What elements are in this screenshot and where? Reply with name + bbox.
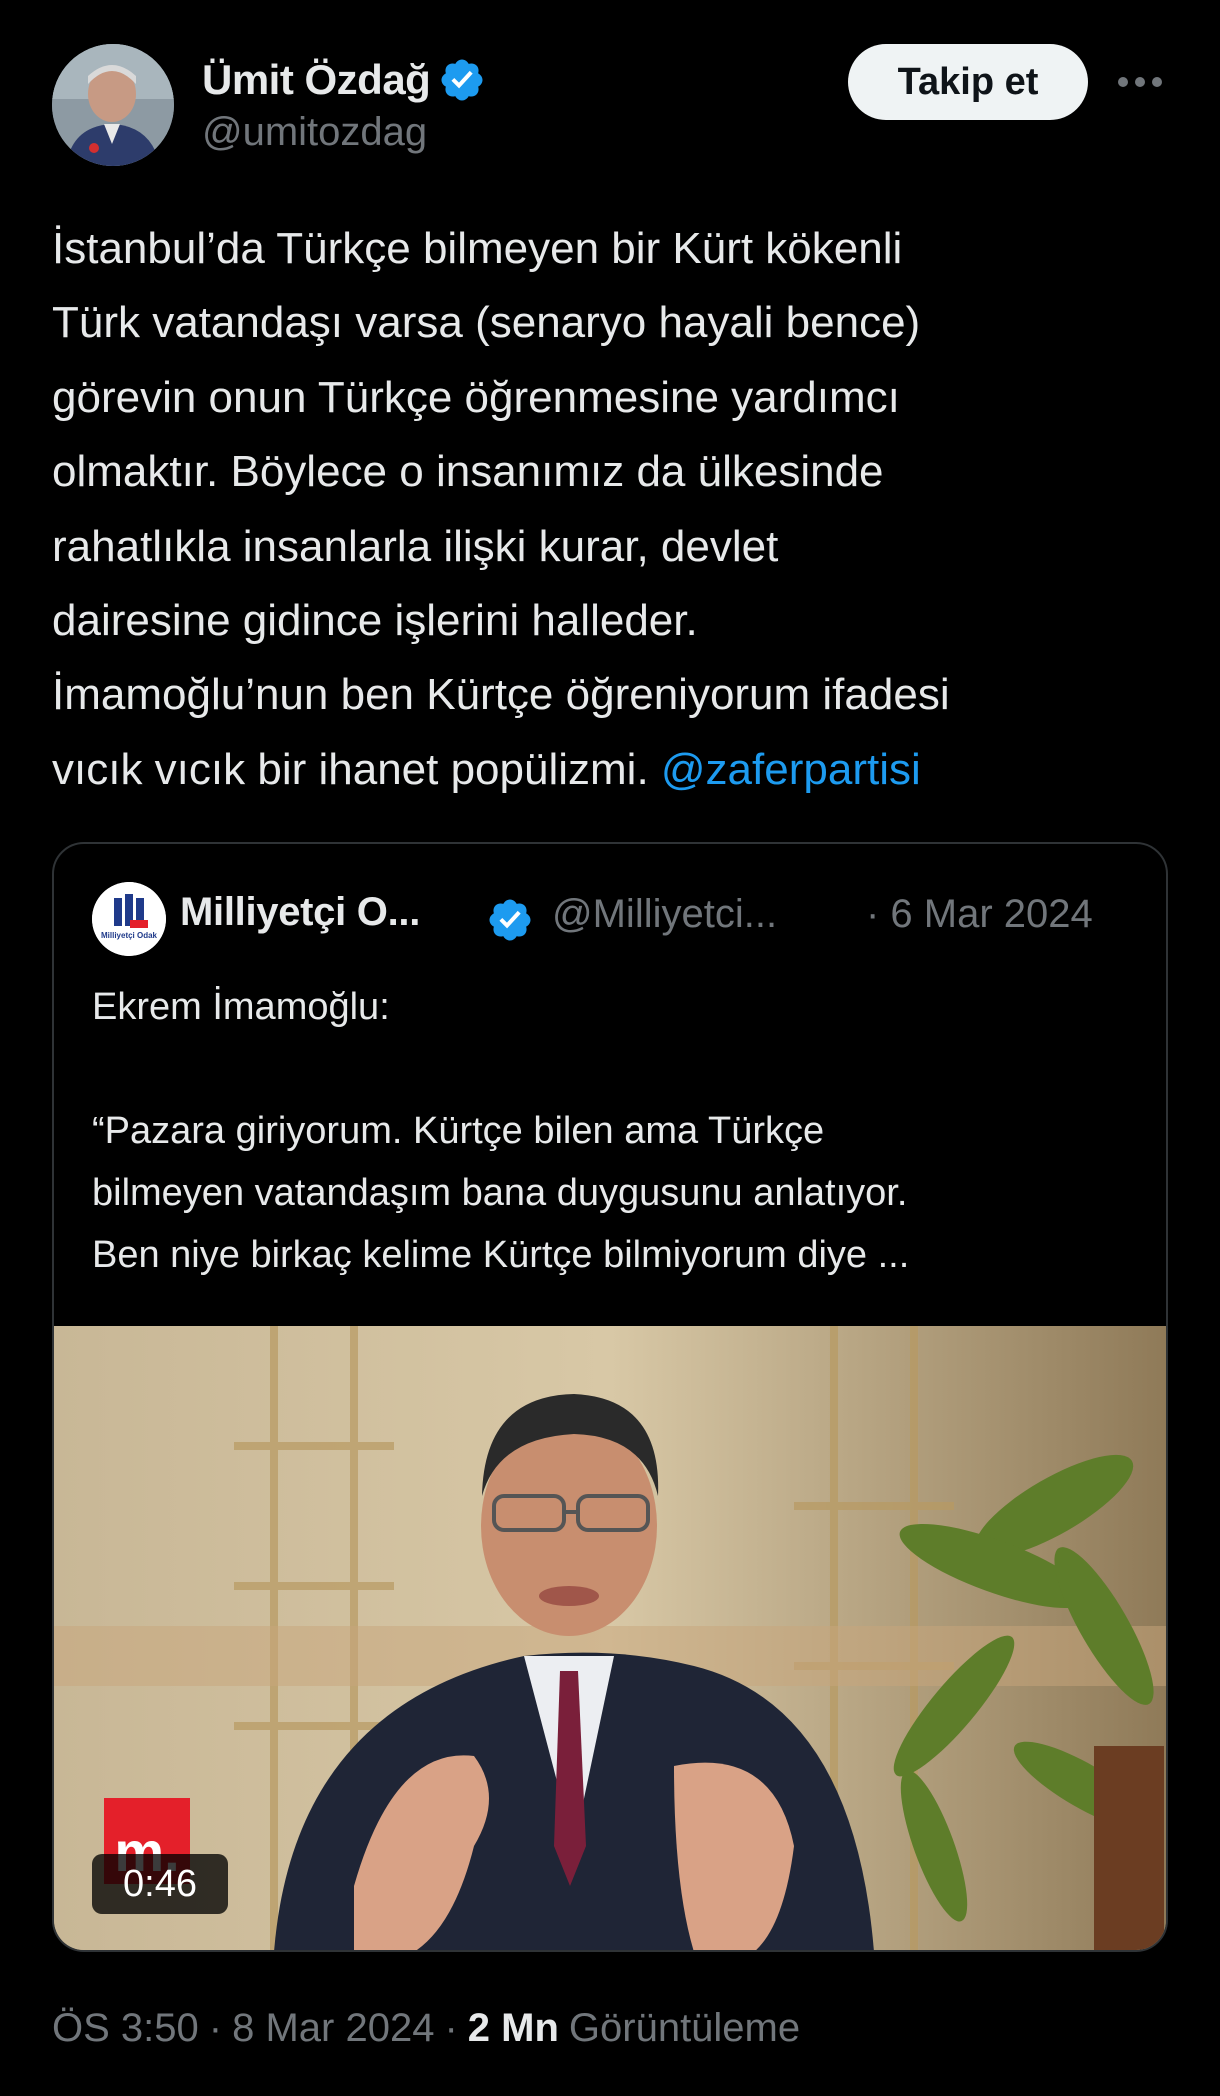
- more-dots-icon: [1118, 77, 1162, 87]
- quoted-tweet[interactable]: Milliyetçi Odak Milliyetçi O... @Milliye…: [52, 842, 1168, 1952]
- logo-text: Milliyetçi Odak: [101, 931, 158, 940]
- mention-link[interactable]: @zaferpartisi: [661, 745, 921, 794]
- video-duration-badge: 0:46: [92, 1854, 228, 1914]
- quoted-date[interactable]: · 6 Mar 2024: [866, 892, 1093, 937]
- quoted-author-name[interactable]: Milliyetçi O...: [180, 890, 420, 935]
- tweet-text: İstanbul’da Türkçe bilmeyen bir Kürt kök…: [52, 212, 1182, 807]
- views-count: 2 Mn: [467, 2006, 559, 2050]
- author-name[interactable]: Ümit Özdağ: [202, 56, 431, 104]
- meta-separator: ·: [208, 2006, 223, 2050]
- quoted-verified-badge-icon: [489, 899, 531, 941]
- quoted-text: Ekrem İmamoğlu: “Pazara giriyorum. Kürtç…: [92, 986, 910, 1276]
- verified-badge-icon: [441, 59, 483, 101]
- milliyetci-odak-logo-icon: Milliyetçi Odak: [92, 882, 166, 956]
- tweet-meta: ÖS 3:50 · 8 Mar 2024 · 2 Mn Görüntüleme: [52, 2006, 800, 2051]
- tweet-time[interactable]: ÖS 3:50: [52, 2006, 199, 2051]
- tweet-header: Ümit Özdağ @umitozdag Takip et: [52, 44, 1168, 168]
- follow-button[interactable]: Takip et: [848, 44, 1088, 120]
- author-avatar[interactable]: [52, 44, 174, 166]
- quoted-author-avatar[interactable]: Milliyetçi Odak: [92, 882, 166, 956]
- avatar-photo-icon: [52, 44, 174, 166]
- quoted-author-handle[interactable]: @Milliyetci...: [552, 892, 777, 937]
- tweet-body: İstanbul’da Türkçe bilmeyen bir Kürt kök…: [52, 224, 950, 794]
- author-name-row: Ümit Özdağ: [202, 52, 486, 108]
- author-handle[interactable]: @umitozdag: [202, 110, 427, 155]
- more-options-button[interactable]: [1112, 58, 1168, 106]
- quoted-video[interactable]: m. 0:46: [54, 1326, 1166, 1950]
- views-label: Görüntüleme: [568, 2006, 801, 2050]
- tweet-date[interactable]: 8 Mar 2024: [232, 2006, 434, 2051]
- meta-separator: ·: [444, 2006, 458, 2050]
